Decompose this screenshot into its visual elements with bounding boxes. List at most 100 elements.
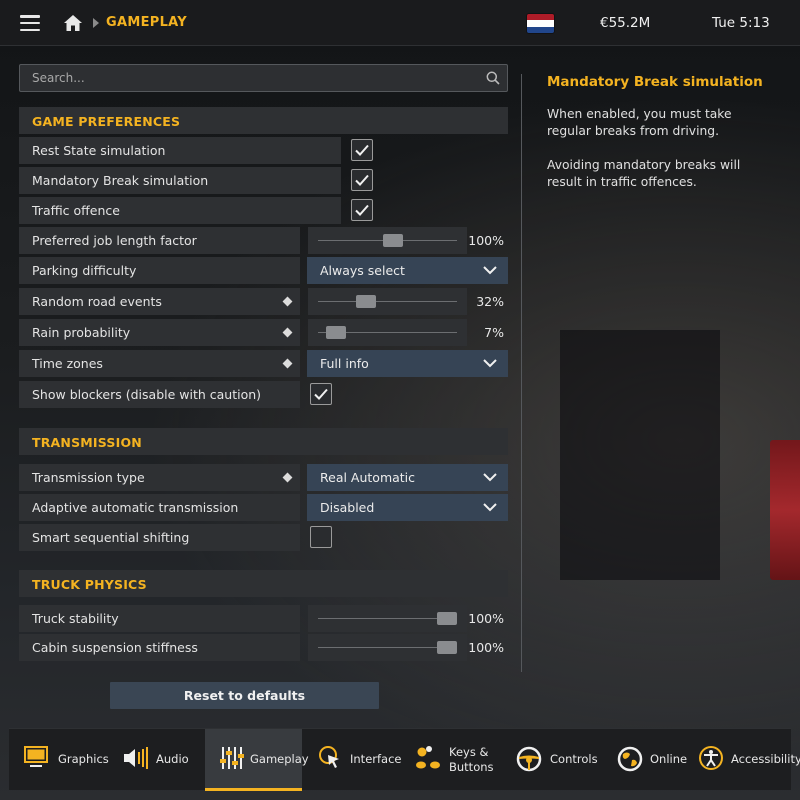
tab-graphics[interactable]: Graphics bbox=[9, 729, 109, 791]
dropdown-value: Disabled bbox=[320, 500, 375, 515]
flag-icon bbox=[527, 14, 554, 33]
setting-parking: Parking difficulty Always select bbox=[19, 257, 508, 284]
tab-controls[interactable]: Controls bbox=[506, 729, 606, 791]
background-truck bbox=[770, 440, 800, 580]
search-bar bbox=[19, 64, 508, 92]
breadcrumb: GAMEPLAY bbox=[106, 15, 187, 30]
tab-gameplay[interactable]: Gameplay bbox=[205, 729, 309, 791]
setting-truck-stability: Truck stability 100% bbox=[19, 605, 508, 632]
accessibility-icon bbox=[699, 746, 723, 770]
setting-traffic-offence: Traffic offence bbox=[19, 197, 508, 224]
setting-label: Cabin suspension stiffness bbox=[19, 634, 300, 661]
bottom-nav: Graphics Audio Gameplay Interface Keys &… bbox=[9, 728, 800, 791]
info-title: Mandatory Break simulation bbox=[547, 74, 763, 90]
parking-dropdown[interactable]: Always select bbox=[307, 257, 508, 284]
setting-label: Show blockers (disable with caution) bbox=[19, 381, 300, 408]
slider-knob[interactable] bbox=[437, 641, 457, 654]
setting-label: Smart sequential shifting bbox=[19, 524, 300, 551]
money-display: €55.2M bbox=[600, 15, 651, 31]
road-events-slider[interactable] bbox=[308, 288, 467, 315]
tab-label: Online bbox=[650, 752, 688, 766]
setting-rain: Rain probability 7% bbox=[19, 319, 508, 346]
job-length-slider[interactable] bbox=[308, 227, 467, 254]
setting-road-events: Random road events 32% bbox=[19, 288, 508, 315]
setting-job-length: Preferred job length factor 100% bbox=[19, 227, 508, 254]
tab-label: Audio bbox=[156, 752, 189, 766]
slider-knob[interactable] bbox=[326, 326, 347, 339]
background-scene bbox=[560, 330, 720, 580]
panel-divider bbox=[521, 74, 522, 672]
tab-label: Buttons bbox=[449, 760, 494, 774]
tab-label: Accessibility bbox=[731, 752, 800, 766]
setting-label: Transmission type bbox=[19, 464, 300, 491]
tab-label: Gameplay bbox=[250, 752, 309, 766]
setting-label: Preferred job length factor bbox=[19, 227, 300, 254]
rain-slider[interactable] bbox=[308, 319, 467, 346]
mandatory-break-checkbox[interactable] bbox=[351, 169, 373, 191]
cursor-click-icon bbox=[319, 746, 339, 768]
dropdown-value: Always select bbox=[320, 263, 405, 278]
adaptive-dropdown[interactable]: Disabled bbox=[307, 494, 508, 521]
setting-adaptive: Adaptive automatic transmission Disabled bbox=[19, 494, 508, 521]
section-game-preferences: GAME PREFERENCES bbox=[19, 107, 508, 134]
setting-label: Time zones bbox=[19, 350, 300, 377]
reset-defaults-button[interactable]: Reset to defaults bbox=[110, 682, 379, 709]
tab-interface[interactable]: Interface bbox=[304, 729, 402, 791]
speaker-icon bbox=[124, 747, 148, 769]
dropdown-value: Real Automatic bbox=[320, 470, 416, 485]
slider-value: 100% bbox=[468, 640, 504, 655]
globe-icon bbox=[617, 746, 643, 772]
menu-icon[interactable] bbox=[20, 15, 40, 32]
slider-knob[interactable] bbox=[356, 295, 377, 308]
setting-label: Traffic offence bbox=[19, 197, 341, 224]
search-icon[interactable] bbox=[486, 71, 500, 85]
slider-value: 7% bbox=[484, 325, 504, 340]
blockers-checkbox[interactable] bbox=[310, 383, 332, 405]
slider-value: 100% bbox=[468, 233, 504, 248]
settings-panel: GAME PREFERENCES Rest State simulation M… bbox=[19, 64, 508, 661]
setting-label: Random road events bbox=[19, 288, 300, 315]
setting-label: Rest State simulation bbox=[19, 137, 341, 164]
breadcrumb-arrow-icon bbox=[93, 18, 99, 28]
setting-transmission-type: Transmission type Real Automatic bbox=[19, 464, 508, 491]
section-transmission: TRANSMISSION bbox=[19, 428, 508, 455]
keys-icon bbox=[416, 746, 440, 769]
tab-label: Graphics bbox=[58, 752, 109, 766]
tab-label: Controls bbox=[550, 752, 598, 766]
setting-mandatory-break: Mandatory Break simulation bbox=[19, 167, 508, 194]
setting-rest-state: Rest State simulation bbox=[19, 137, 508, 164]
setting-cabin-suspension: Cabin suspension stiffness 100% bbox=[19, 634, 508, 661]
chevron-down-icon bbox=[483, 359, 497, 368]
traffic-offence-checkbox[interactable] bbox=[351, 199, 373, 221]
setting-label: Mandatory Break simulation bbox=[19, 167, 341, 194]
setting-label: Adaptive automatic transmission bbox=[19, 494, 300, 521]
setting-label: Parking difficulty bbox=[19, 257, 300, 284]
tab-audio[interactable]: Audio bbox=[109, 729, 204, 791]
slider-value: 32% bbox=[476, 294, 504, 309]
truck-stability-slider[interactable] bbox=[308, 605, 467, 632]
cabin-suspension-slider[interactable] bbox=[308, 634, 467, 661]
info-paragraph: Avoiding mandatory breaks will result in… bbox=[547, 158, 741, 189]
smart-sequential-checkbox[interactable] bbox=[310, 526, 332, 548]
time-zones-dropdown[interactable]: Full info bbox=[307, 350, 508, 377]
section-truck-physics: TRUCK PHYSICS bbox=[19, 570, 508, 597]
rest-state-checkbox[interactable] bbox=[351, 139, 373, 161]
chevron-down-icon bbox=[483, 473, 497, 482]
setting-label: Truck stability bbox=[19, 605, 300, 632]
monitor-icon bbox=[24, 746, 48, 767]
slider-knob[interactable] bbox=[383, 234, 404, 247]
home-icon[interactable] bbox=[63, 14, 83, 32]
setting-label: Rain probability bbox=[19, 319, 300, 346]
transmission-type-dropdown[interactable]: Real Automatic bbox=[307, 464, 508, 491]
top-bar: GAMEPLAY €55.2M Tue 5:13 bbox=[0, 0, 800, 46]
tab-keys-buttons[interactable]: Keys & Buttons bbox=[404, 729, 504, 791]
steering-wheel-icon bbox=[516, 746, 542, 772]
sliders-icon bbox=[220, 747, 244, 769]
tab-accessibility[interactable]: Accessibility bbox=[693, 729, 800, 791]
tab-online[interactable]: Online bbox=[607, 729, 692, 791]
slider-knob[interactable] bbox=[437, 612, 457, 625]
chevron-down-icon bbox=[483, 503, 497, 512]
search-input[interactable] bbox=[20, 65, 507, 91]
tab-label: Keys & bbox=[449, 745, 489, 759]
setting-smart-sequential: Smart sequential shifting bbox=[19, 524, 508, 551]
